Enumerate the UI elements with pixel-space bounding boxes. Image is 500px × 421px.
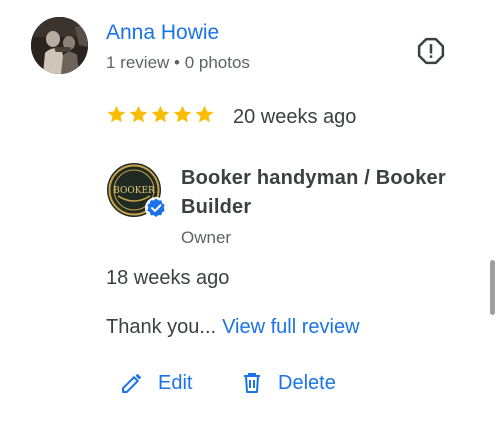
- star-icon: [195, 105, 214, 123]
- trash-icon: [244, 373, 260, 393]
- star-icon: [173, 105, 192, 123]
- star-icon: [129, 105, 148, 123]
- response-snippet: Thank you... View full review: [106, 314, 360, 340]
- response-text: Thank you...: [106, 316, 217, 338]
- star-rating: [106, 104, 215, 125]
- scrollbar-thumb[interactable]: [490, 260, 495, 315]
- view-full-review-link[interactable]: View full review: [222, 316, 359, 338]
- owner-name: Booker handyman / Booker Builder: [181, 167, 446, 218]
- edit-button[interactable]: Edit: [120, 370, 192, 396]
- pencil-icon: [122, 373, 142, 393]
- reviewer-meta: 1 review • 0 photos: [106, 53, 250, 72]
- response-time: 18 weeks ago: [106, 267, 230, 289]
- review-card: Anna Howie 1 review • 0 photos 20 weeks …: [0, 0, 500, 421]
- report-icon: [417, 37, 445, 65]
- reviewer-name[interactable]: Anna Howie: [106, 20, 219, 46]
- star-icon: [107, 105, 126, 123]
- star-icon: [151, 105, 170, 123]
- report-button[interactable]: [414, 34, 448, 68]
- avatar-photo: [31, 17, 88, 74]
- delete-button[interactable]: Delete: [240, 370, 336, 396]
- owner-role: Owner: [181, 228, 232, 247]
- logo-text: BOOKER: [113, 186, 155, 196]
- review-time: 20 weeks ago: [233, 106, 357, 128]
- delete-label: Delete: [278, 372, 336, 394]
- owner-logo: BOOKER: [106, 162, 167, 220]
- reviewer-avatar[interactable]: [31, 17, 88, 74]
- edit-label: Edit: [158, 372, 193, 394]
- verified-badge-icon: [145, 197, 167, 219]
